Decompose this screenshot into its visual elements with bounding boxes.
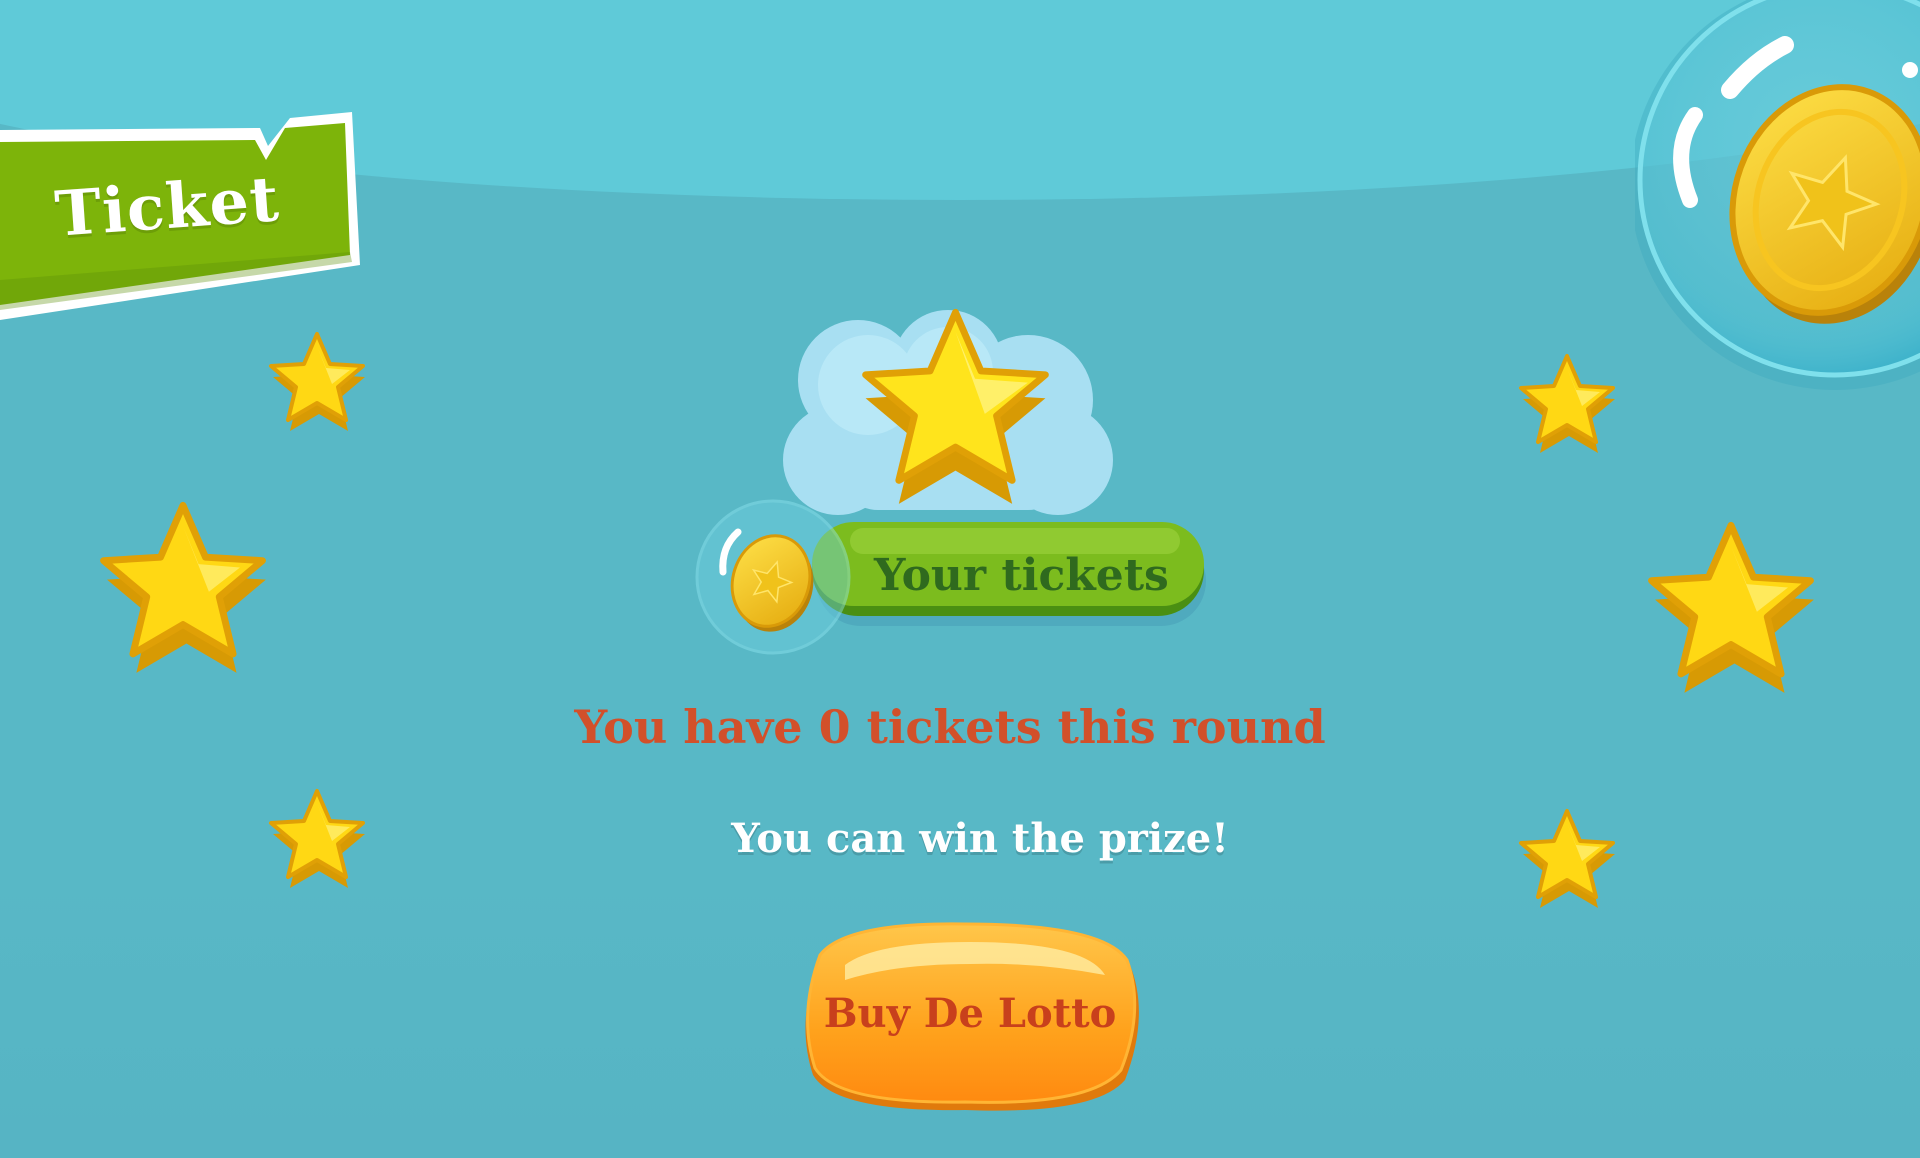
ticket-count-message: You have 0 tickets this round	[0, 700, 1920, 754]
coin-bubble-icon	[1630, 0, 1920, 440]
buy-lotto-button[interactable]: Buy De Lotto	[785, 920, 1155, 1115]
buy-lotto-label: Buy De Lotto	[823, 990, 1117, 1037]
decor-star-icon	[100, 501, 266, 673]
prize-text: You can win the prize!	[731, 815, 1229, 862]
center-star-icon	[862, 308, 1049, 504]
coin-icon	[695, 499, 851, 655]
decor-star-icon	[1648, 521, 1814, 693]
ticket-count-text: You have 0 tickets this round	[574, 700, 1326, 754]
lotto-ticket-screen: Ticket Your tickets You have 0 tickets t…	[0, 0, 1920, 1158]
ticket-title: Ticket	[52, 162, 282, 251]
decor-star-icon	[1519, 354, 1615, 453]
decor-star-icon	[269, 332, 365, 431]
ticket-ribbon: Ticket	[0, 0, 370, 330]
prize-message: You can win the prize!	[0, 815, 1920, 862]
your-tickets-label: Your tickets	[874, 550, 1169, 601]
your-tickets-pill: Your tickets	[810, 520, 1210, 630]
